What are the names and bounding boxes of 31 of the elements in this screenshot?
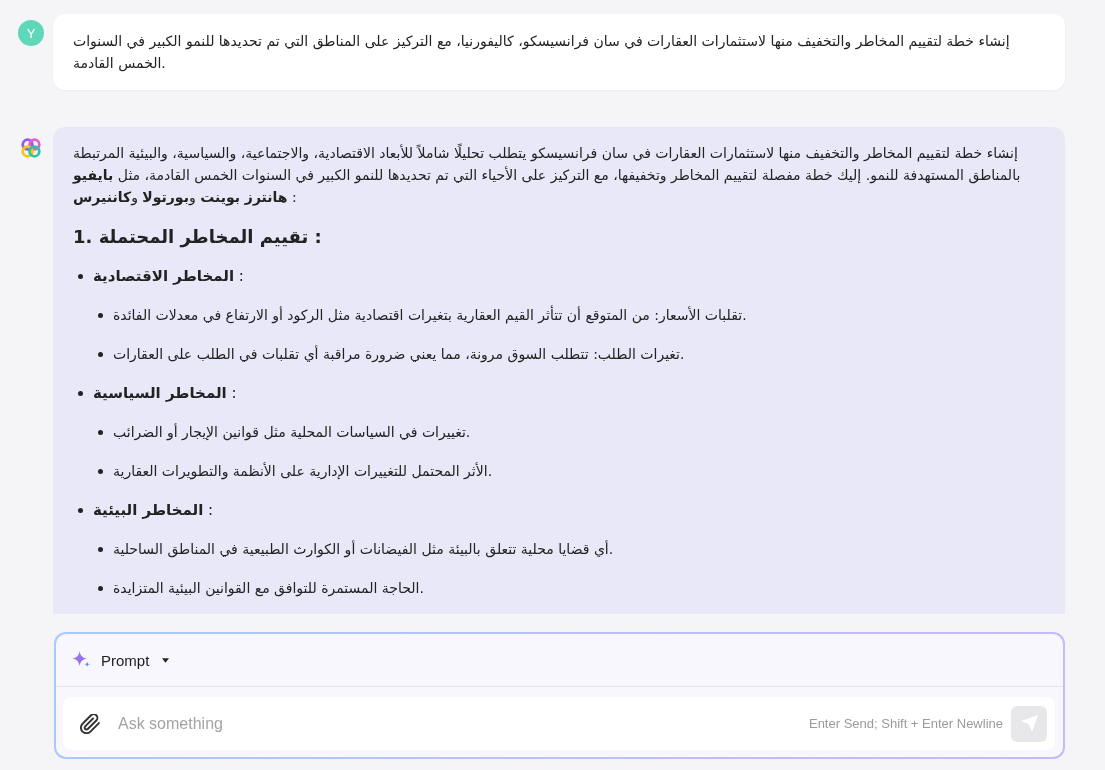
list-item-text: الحاجة المستمرة للتوافق مع القوانين البيئية المتزايدة. xyxy=(113,579,424,599)
list-item-text: الأثر المحتمل للتغييرات الإدارية على الأنظمة والتطويرات العقارية. xyxy=(113,461,493,482)
send-icon xyxy=(1020,715,1038,732)
bullet-icon xyxy=(98,468,103,474)
caret-icon xyxy=(162,657,170,663)
message-input[interactable]: Ask something xyxy=(118,712,809,735)
shortcut-hint: Enter Send; Shift + Enter Newline xyxy=(808,716,1003,731)
bullet-icon xyxy=(98,351,103,357)
bullet-icon xyxy=(78,507,83,513)
prompt-mode-dropdown[interactable]: Prompt xyxy=(72,651,170,669)
paperclip-icon xyxy=(80,713,100,734)
bullet-icon xyxy=(98,585,103,591)
message-paragraph: إنشاء خطة لتقييم المخاطر والتخفيف منها لاستثمارات العقارات في سان فرانسيسكو يتطلب تحليلًا شاملاً للأبعاد الاقتصادية، والاجتماعية، والسياسية، والبيئية المرتبطة بالمناطق المستهدفة للنمو. إليك خطة مفصلة لتقييم المخاطر وتخفيفها، مع التركيز على الأحياء التي تم تحديدها للنمو الكبير في السنوات الخمس القادمة، مثل بايفيو هانترز بوينت وبورتولا وكاننيرس : xyxy=(73,142,1022,208)
list-item-title: المخاطر البيئية : xyxy=(93,500,214,521)
section-heading: 1. تقييم المخاطر المحتملة : xyxy=(73,225,323,250)
flower-logo-icon xyxy=(21,138,41,158)
bullet-icon xyxy=(78,390,83,396)
list-item-title: المخاطر الاقتصادية : xyxy=(93,266,244,287)
bullet-icon xyxy=(98,429,103,435)
bullet-icon xyxy=(98,312,103,318)
list-item-text: تقلبات الأسعار: من المتوقع أن تتأثر القيم العقارية بتغيرات اقتصادية مثل الركود أو الارتفاع في معدلات الفائدة. xyxy=(113,304,747,326)
attach-button[interactable] xyxy=(80,713,100,734)
list-item-text: أي قضايا محلية تتعلق بالبيئة مثل الفيضانات أو الكوارث الطبيعية في المناطق الساحلية. xyxy=(113,539,614,560)
list-item-text: تغيرات الطلب: تتطلب السوق مرونة، مما يعني ضرورة مراقبة أي تقلبات في الطلب على العقارات. xyxy=(113,344,685,365)
sparkle-icon xyxy=(72,651,91,669)
bullet-icon xyxy=(98,546,103,552)
message-text: إنشاء خطة لتقييم المخاطر والتخفيف منها لاستثمارات العقارات في سان فرانسيسكو، كاليفورنيا، مع التركيز على المناطق التي تم تحديدها للنمو الكبير في السنوات الخمس القادمة. xyxy=(73,32,1011,74)
bullet-icon xyxy=(78,273,83,279)
user-avatar: Y xyxy=(18,20,44,46)
list-item-text: تغييرات في السياسات المحلية مثل قوانين الإيجار أو الضرائب. xyxy=(113,422,471,443)
list-item-title: المخاطر السياسية : xyxy=(93,383,237,404)
